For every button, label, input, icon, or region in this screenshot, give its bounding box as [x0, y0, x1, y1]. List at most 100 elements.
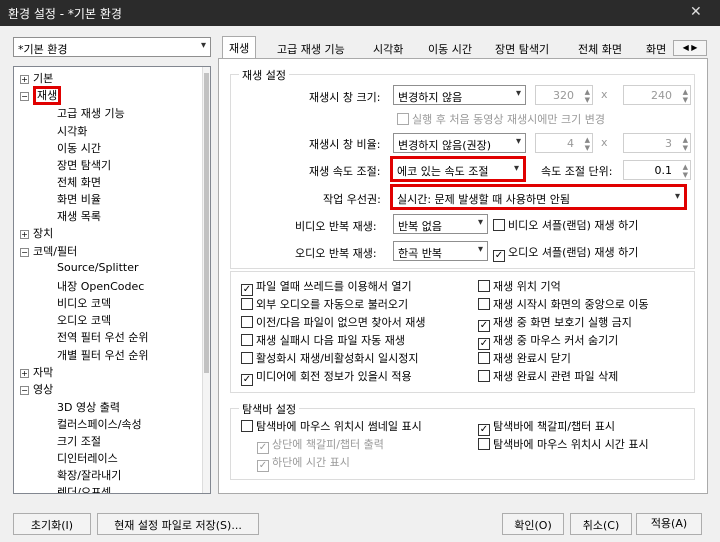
stepper-arrows-icon[interactable]: ▲ ▼: [585, 136, 590, 152]
checkbox-icon[interactable]: [241, 316, 253, 328]
option-find-next[interactable]: 이전/다음 파일이 없으면 찾아서 재생: [241, 314, 426, 330]
seekbar-chapter-show[interactable]: ✓ 탐색바에 책갈피/챕터 표시: [478, 418, 615, 436]
stepper-arrows-icon[interactable]: ▲ ▼: [683, 88, 688, 104]
option-thread-open[interactable]: ✓ 파일 열때 쓰레드를 이용해서 열기: [241, 278, 412, 296]
tab-advanced-playback[interactable]: 고급 재생 기능: [277, 38, 345, 58]
checkbox-icon[interactable]: ✓: [478, 338, 490, 350]
option-delete-on-finish[interactable]: 재생 완료시 관련 파일 삭제: [478, 368, 618, 384]
tab-aspect[interactable]: 화면: [646, 38, 672, 58]
tree-item-seek-time[interactable]: 이동 시간: [57, 140, 101, 156]
priority-select[interactable]: 실시간: 문제 발생할 때 사용하면 안됨 ▾: [390, 184, 687, 210]
expand-icon[interactable]: +: [20, 229, 29, 239]
reset-button[interactable]: 초기화(I): [13, 513, 91, 535]
checkbox-icon[interactable]: [478, 298, 490, 310]
tree-item-global-filter[interactable]: 전역 필터 우선 순위: [57, 329, 148, 345]
tree-item-aspect-ratio[interactable]: 화면 비율: [57, 191, 101, 207]
tab-seek-time[interactable]: 이동 시간: [428, 38, 472, 58]
audio-repeat-select[interactable]: 한곡 반복 ▾: [393, 241, 488, 261]
tree-item-deinterlace[interactable]: 디인터레이스: [57, 450, 118, 466]
tab-visualization[interactable]: 시각화: [373, 38, 403, 58]
checkbox-icon[interactable]: [493, 219, 505, 231]
tree-item-playlist[interactable]: 재생 목록: [57, 208, 101, 224]
tree-item-video-codec[interactable]: 비디오 코덱: [57, 295, 111, 311]
window-size-select[interactable]: 변경하지 않음 ▾: [393, 85, 526, 105]
option-close-on-finish[interactable]: 재생 완료시 닫기: [478, 350, 571, 366]
seekbar-time-lower[interactable]: ✓ 하단에 시간 표시: [257, 454, 350, 472]
option-fail-next[interactable]: 재생 실패시 다음 파일 자동 재생: [241, 332, 405, 348]
seekbar-time-show[interactable]: 탐색바에 마우스 위치시 시간 표시: [478, 436, 649, 452]
collapse-icon[interactable]: −: [20, 247, 29, 257]
audio-shuffle-checkbox[interactable]: ✓ 오디오 셔플(랜덤) 재생 하기: [493, 244, 638, 262]
video-repeat-select[interactable]: 반복 없음 ▾: [393, 214, 488, 234]
ok-button[interactable]: 확인(O): [502, 513, 564, 535]
tree-item-resize[interactable]: 크기 조절: [57, 433, 101, 449]
height-stepper[interactable]: 240 ▲ ▼: [623, 85, 691, 105]
checkbox-icon[interactable]: ✓: [241, 374, 253, 386]
tab-right-icon[interactable]: ▶: [691, 43, 697, 52]
first-video-only-checkbox[interactable]: 실행 후 처음 동영상 재생시에만 크기 변경: [397, 111, 605, 127]
tree-item-colorspace[interactable]: 컬러스페이스/속성: [57, 416, 142, 432]
checkbox-icon[interactable]: ✓: [478, 320, 490, 332]
checkbox-icon[interactable]: ✓: [257, 442, 269, 454]
option-no-screensaver[interactable]: ✓ 재생 중 화면 보호기 실행 금지: [478, 314, 632, 332]
tree-item-fullscreen[interactable]: 전체 화면: [57, 174, 101, 190]
checkbox-icon[interactable]: [478, 370, 490, 382]
speed-unit-stepper[interactable]: 0.1 ▲ ▼: [623, 160, 691, 180]
checkbox-icon[interactable]: [241, 298, 253, 310]
tab-left-icon[interactable]: ◀: [683, 43, 689, 52]
cancel-button[interactable]: 취소(C): [570, 513, 632, 535]
tree-item-playback[interactable]: − 재생: [20, 86, 62, 105]
option-remember-position[interactable]: 재생 위치 기억: [478, 278, 561, 294]
checkbox-icon[interactable]: [241, 334, 253, 346]
close-icon[interactable]: ✕: [690, 4, 702, 20]
stepper-arrows-icon[interactable]: ▲ ▼: [683, 163, 688, 179]
settings-tree[interactable]: + 기본 − 재생 고급 재생 기능 시각화 이동 시간 장면 탐색기 전체 화면 …: [13, 66, 211, 494]
stepper-arrows-icon[interactable]: ▲ ▼: [683, 136, 688, 152]
checkbox-icon[interactable]: [397, 113, 409, 125]
checkbox-icon[interactable]: [478, 352, 490, 364]
tab-fullscreen[interactable]: 전체 화면: [578, 38, 622, 58]
tree-scrollbar[interactable]: [202, 67, 210, 493]
tree-item-scene-explorer[interactable]: 장면 탐색기: [57, 157, 111, 173]
tree-item-individual-filter[interactable]: 개별 필터 우선 순위: [57, 347, 148, 363]
checkbox-icon[interactable]: ✓: [478, 424, 490, 436]
apply-button[interactable]: 적용(A): [636, 513, 702, 535]
tree-item-device[interactable]: + 장치: [20, 225, 53, 241]
option-rotation[interactable]: ✓ 미디어에 회전 정보가 있을시 적용: [241, 368, 412, 386]
tree-item-codec-filter[interactable]: − 코덱/필터: [20, 243, 77, 259]
collapse-icon[interactable]: −: [20, 385, 29, 395]
expand-icon[interactable]: +: [20, 74, 29, 84]
tab-playback[interactable]: 재생: [222, 36, 257, 59]
tree-item-3d-output[interactable]: 3D 영상 출력: [57, 399, 120, 415]
tree-item-audio-codec[interactable]: 오디오 코덱: [57, 312, 111, 328]
save-as-button[interactable]: 현재 설정 파일로 저장(S)...: [97, 513, 259, 535]
tree-item-subtitle[interactable]: + 자막: [20, 364, 53, 380]
checkbox-icon[interactable]: ✓: [257, 460, 269, 472]
tree-item-basic[interactable]: + 기본: [20, 70, 53, 86]
checkbox-icon[interactable]: ✓: [493, 250, 505, 262]
tab-scene-explorer[interactable]: 장면 탐색기: [495, 38, 549, 58]
expand-icon[interactable]: +: [20, 368, 29, 378]
preset-select[interactable]: *기본 환경 ▾: [13, 37, 211, 57]
checkbox-icon[interactable]: [478, 280, 490, 292]
checkbox-icon[interactable]: [241, 352, 253, 364]
speed-select[interactable]: 에코 있는 속도 조절 ▾: [390, 156, 526, 182]
checkbox-icon[interactable]: [478, 438, 490, 450]
tree-item-visualization[interactable]: 시각화: [57, 123, 87, 139]
tree-item-crop[interactable]: 확장/잘라내기: [57, 467, 121, 483]
tree-item-render-offset[interactable]: 렌더/오프셋: [57, 484, 111, 493]
ratio-width-stepper[interactable]: 4 ▲ ▼: [535, 133, 593, 153]
option-center-start[interactable]: 재생 시작시 화면의 중앙으로 이동: [478, 296, 649, 312]
ratio-height-stepper[interactable]: 3 ▲ ▼: [623, 133, 691, 153]
checkbox-icon[interactable]: [241, 420, 253, 432]
tree-item-opencodec[interactable]: 내장 OpenCodec: [57, 278, 144, 294]
option-auto-audio[interactable]: 외부 오디오를 자동으로 불러오기: [241, 296, 408, 312]
collapse-icon[interactable]: −: [20, 91, 29, 101]
checkbox-icon[interactable]: ✓: [241, 284, 253, 296]
video-shuffle-checkbox[interactable]: 비디오 셔플(랜덤) 재생 하기: [493, 217, 638, 233]
option-activate-pause[interactable]: 활성화시 재생/비활성화시 일시정지: [241, 350, 419, 366]
tree-item-source-splitter[interactable]: Source/Splitter: [57, 261, 138, 274]
width-stepper[interactable]: 320 ▲ ▼: [535, 85, 593, 105]
option-hide-cursor[interactable]: ✓ 재생 중 마우스 커서 숨기기: [478, 332, 618, 350]
seekbar-chapter-upper[interactable]: ✓ 상단에 책갈피/챕터 출력: [257, 436, 384, 454]
